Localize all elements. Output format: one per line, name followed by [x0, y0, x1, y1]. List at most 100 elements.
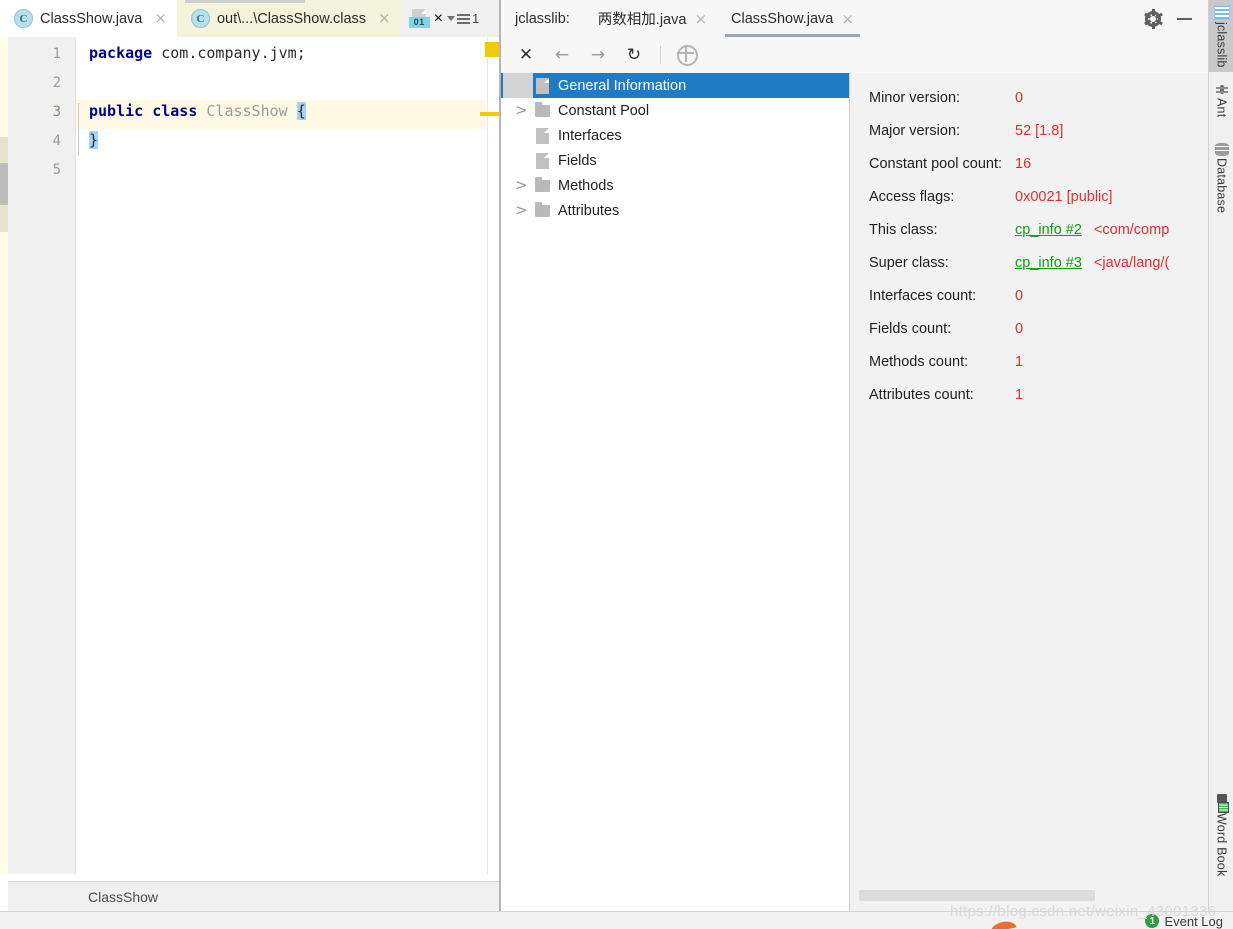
tree-item-interfaces[interactable]: Interfaces — [501, 123, 849, 148]
editor-vertical-scrollbar[interactable] — [0, 163, 8, 205]
rail-item-label: jclasslib — [1214, 22, 1229, 68]
editor-tab-extras: 01 × 1 — [402, 0, 486, 37]
editor-tab-classshow-java[interactable]: C ClassShow.java × — [0, 0, 177, 37]
reload-icon[interactable]: ↻ — [624, 45, 644, 65]
editor-tab-bar: C ClassShow.java × C out\...\ClassShow.c… — [0, 0, 500, 38]
detail-row-attributes-count: Attributes count: 1 — [850, 378, 1023, 411]
line-number: 3 — [52, 104, 61, 120]
tree-expander[interactable] — [503, 98, 533, 123]
detail-value: 0 — [1015, 320, 1024, 337]
gear-icon[interactable] — [1143, 8, 1163, 29]
rail-item-label: Ant — [1214, 98, 1229, 118]
detail-row-access-flags: Access flags: 0x0021 [public] — [850, 180, 1113, 213]
tab-overflow-indicator[interactable]: 1 — [446, 11, 480, 26]
status-bar: 1 Event Log — [0, 911, 1233, 929]
class-structure-tree[interactable]: General Information Constant Pool Interf… — [501, 73, 849, 911]
detail-value: 52 [1.8] — [1015, 122, 1064, 139]
editor-gutter[interactable]: 1 2 3 4 5 — [8, 37, 76, 874]
tree-expander-placeholder — [503, 148, 533, 173]
rail-item-ant[interactable]: Ant — [1209, 78, 1233, 121]
constant-pool-link[interactable]: cp_info #2 — [1015, 222, 1082, 238]
tool-tab-classshow[interactable]: ClassShow.java × — [719, 0, 866, 37]
breadcrumb-label: ClassShow — [88, 888, 159, 905]
tree-item-label: General Information — [558, 77, 687, 94]
detail-horizontal-scrollbar[interactable] — [859, 890, 1095, 901]
chevron-right-icon — [515, 176, 528, 194]
jclasslib-icon — [1213, 5, 1230, 20]
close-icon[interactable]: × — [378, 11, 391, 26]
binary-file-icon[interactable]: 01 — [408, 9, 430, 28]
tree-item-general-information[interactable]: General Information — [501, 73, 849, 98]
jclasslib-tool-window: jclasslib: 两数相加.java × ClassShow.java × … — [501, 0, 1223, 911]
detail-label: Minor version: — [869, 89, 961, 106]
event-log-label: Event Log — [1164, 913, 1223, 929]
rail-item-database[interactable]: Database — [1209, 138, 1233, 217]
line-marker-icon[interactable] — [480, 112, 500, 116]
line-number: 1 — [52, 46, 61, 62]
detail-label: Constant pool count: — [869, 155, 1003, 172]
close-icon[interactable]: × — [154, 11, 167, 26]
detail-label: Methods count: — [869, 353, 969, 370]
tree-item-label: Attributes — [558, 202, 620, 219]
detail-row-methods-count: Methods count: 1 — [850, 345, 1023, 378]
warning-marker-icon[interactable] — [485, 42, 500, 57]
tool-tab-bar: jclasslib: 两数相加.java × ClassShow.java × — [501, 0, 1208, 38]
forward-arrow-icon[interactable]: → — [588, 45, 608, 65]
breadcrumb[interactable]: ClassShow — [8, 881, 499, 911]
rail-item-label: Word Book — [1214, 813, 1229, 877]
tool-tab-two-numbers[interactable]: 两数相加.java × — [586, 0, 719, 37]
tree-item-label: Constant Pool — [558, 102, 650, 119]
detail-row-interfaces-count: Interfaces count: 0 — [850, 279, 1023, 312]
detail-value: 1 — [1015, 353, 1024, 370]
folder-icon — [535, 176, 550, 192]
file-icon — [536, 127, 549, 144]
minimize-icon[interactable] — [1177, 17, 1192, 20]
back-arrow-icon[interactable]: ← — [552, 45, 572, 65]
database-icon — [1214, 143, 1229, 156]
file-icon — [536, 77, 549, 94]
tree-expander[interactable] — [503, 173, 533, 198]
tree-item-methods[interactable]: Methods — [501, 173, 849, 198]
editor-tab-classshow-class[interactable]: C out\...\ClassShow.class × — [176, 0, 401, 37]
code-line-3: public class ClassShow { — [89, 102, 306, 120]
close-icon[interactable]: × — [841, 10, 854, 28]
constant-pool-link[interactable]: cp_info #3 — [1015, 255, 1082, 271]
rail-item-label: Database — [1214, 158, 1229, 214]
jclasslib-toolbar: ✕ ← → ↻ — [501, 37, 1223, 74]
rail-item-jclasslib[interactable]: jclasslib — [1209, 0, 1233, 72]
code-area[interactable]: package com.company.jvm; public class Cl… — [76, 37, 487, 874]
tab-overflow-count: 1 — [471, 11, 480, 26]
detail-value: <java/lang/( — [1093, 254, 1170, 271]
detail-value: 0x0021 [public] — [1015, 188, 1113, 205]
close-icon[interactable]: ✕ — [516, 45, 536, 65]
detail-label: This class: — [869, 221, 938, 238]
close-icon[interactable]: × — [434, 10, 443, 28]
tree-expander-placeholder — [503, 123, 533, 148]
tool-window-title: jclasslib: — [515, 10, 570, 27]
general-information-panel: Minor version: 0 Major version: 52 [1.8]… — [850, 73, 1208, 911]
binary-icon-label: 01 — [408, 17, 430, 28]
ant-icon — [1215, 83, 1229, 96]
detail-row-super-class: Super class: cp_info #3 <java/lang/( — [850, 246, 1169, 279]
folder-icon — [535, 201, 550, 217]
tool-tab-label: 两数相加.java — [597, 12, 687, 28]
tree-item-constant-pool[interactable]: Constant Pool — [501, 98, 849, 123]
tree-expander[interactable] — [503, 198, 533, 223]
globe-icon[interactable] — [677, 44, 698, 66]
detail-label: Major version: — [869, 122, 961, 139]
editor-tab-label: ClassShow.java — [40, 10, 143, 27]
detail-value: 1 — [1015, 386, 1024, 403]
tree-item-attributes[interactable]: Attributes — [501, 198, 849, 223]
chevron-down-icon — [446, 16, 455, 21]
tool-tab-label: ClassShow.java — [731, 10, 834, 27]
editor-tab-label: out\...\ClassShow.class — [216, 10, 367, 27]
rail-item-word-book[interactable]: Word Book — [1209, 790, 1233, 880]
tree-item-label: Methods — [558, 177, 614, 194]
tree-item-label: Interfaces — [558, 127, 622, 144]
close-icon[interactable]: × — [694, 10, 707, 28]
tree-item-fields[interactable]: Fields — [501, 148, 849, 173]
detail-label: Super class: — [869, 254, 949, 271]
event-log-button[interactable]: 1 Event Log — [1145, 912, 1223, 929]
toolbar-separator — [660, 46, 661, 64]
chevron-right-icon — [515, 201, 528, 219]
